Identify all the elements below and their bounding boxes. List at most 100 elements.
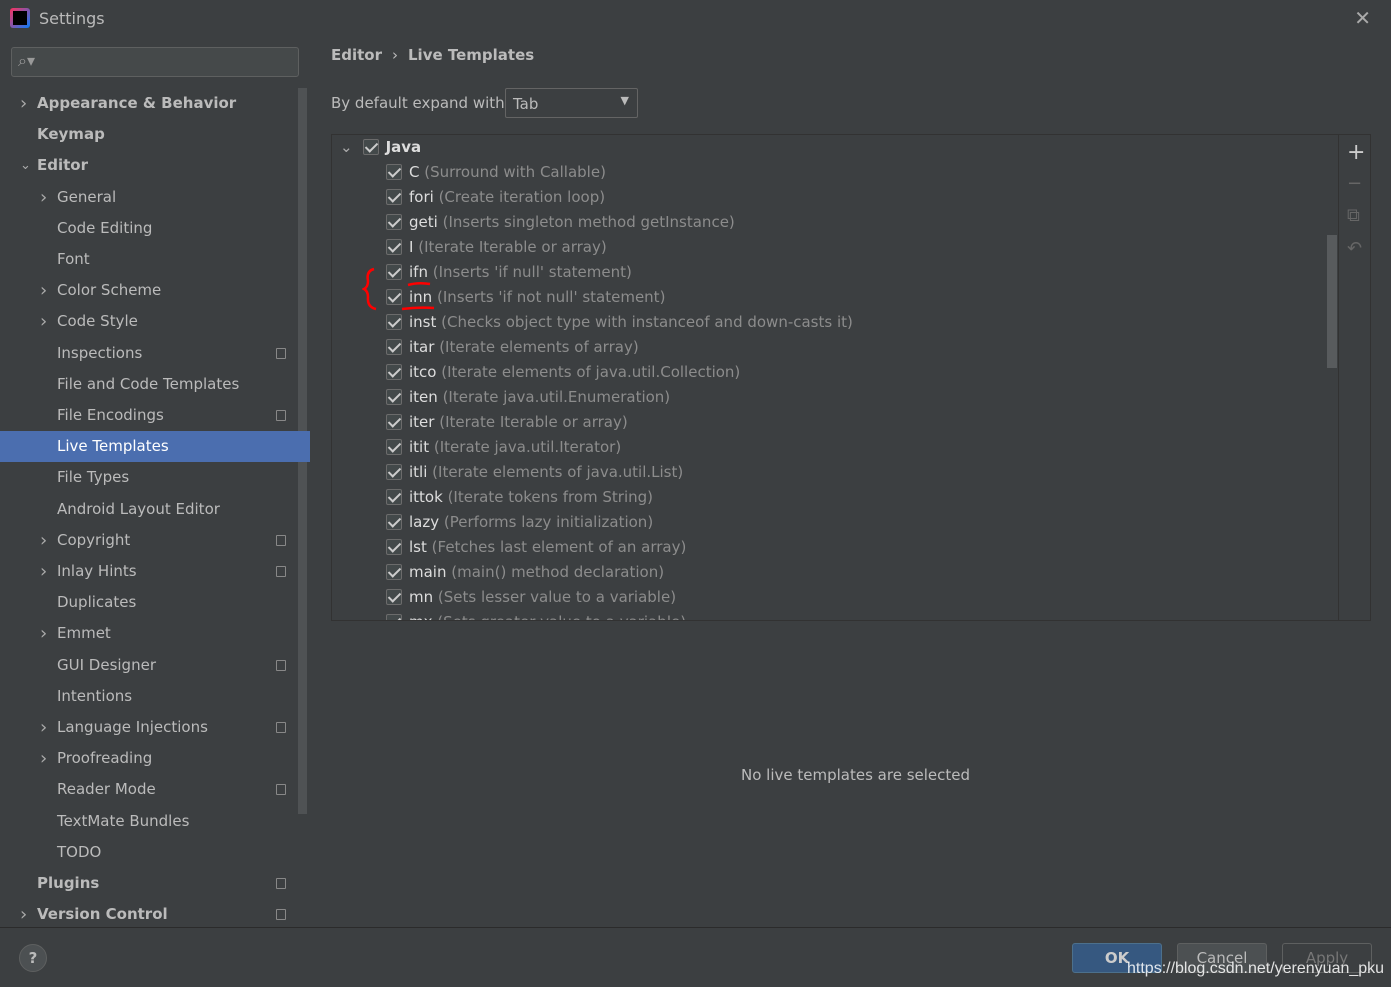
chevron-down-icon[interactable]: ⌄	[340, 138, 353, 156]
template-row[interactable]: itit (Iterate java.util.Iterator)	[386, 435, 621, 460]
chevron-down-icon[interactable]: ⌄	[20, 150, 31, 181]
template-row[interactable]: main (main() method declaration)	[386, 560, 664, 585]
sidebar-item[interactable]: › General	[0, 182, 310, 213]
template-abbreviation: fori	[409, 188, 434, 206]
template-checkbox[interactable]	[386, 389, 402, 405]
template-abbreviation: C	[409, 163, 420, 181]
sidebar-item[interactable]: › Inlay Hints	[0, 556, 310, 587]
sidebar-item-label: Android Layout Editor	[57, 499, 220, 518]
sidebar-item-label: Code Editing	[57, 218, 153, 237]
chevron-right-icon[interactable]: ›	[40, 275, 47, 306]
chevron-right-icon[interactable]: ›	[20, 88, 27, 119]
template-row[interactable]: mn (Sets lesser value to a variable)	[386, 585, 676, 610]
template-checkbox[interactable]	[386, 614, 402, 620]
template-row[interactable]: itco (Iterate elements of java.util.Coll…	[386, 360, 740, 385]
template-abbreviation: itli	[409, 463, 428, 481]
template-row[interactable]: I (Iterate Iterable or array)	[386, 235, 607, 260]
sidebar-item[interactable]: › Appearance & Behavior	[0, 88, 310, 119]
template-abbreviation: I	[409, 238, 414, 256]
undo-icon[interactable]: ↶	[1347, 238, 1362, 259]
template-row[interactable]: itar (Iterate elements of array)	[386, 335, 639, 360]
sidebar-item[interactable]: Reader Mode	[0, 774, 310, 805]
chevron-right-icon[interactable]: ›	[20, 899, 27, 930]
sidebar-item[interactable]: Font	[0, 244, 310, 275]
template-row[interactable]: geti (Inserts singleton method getInstan…	[386, 210, 735, 235]
template-row[interactable]: fori (Create iteration loop)	[386, 185, 605, 210]
dialog-footer: ? OK Cancel Apply https://blog.csdn.net/…	[0, 927, 1391, 987]
sidebar-item[interactable]: Code Editing	[0, 213, 310, 244]
chevron-right-icon[interactable]: ›	[40, 525, 47, 556]
sidebar-item[interactable]: File Encodings	[0, 400, 310, 431]
sidebar-item[interactable]: Inspections	[0, 338, 310, 369]
project-scope-icon	[276, 878, 286, 889]
group-checkbox[interactable]	[362, 139, 379, 155]
sidebar-item[interactable]: TODO	[0, 837, 310, 868]
breadcrumb-parent[interactable]: Editor	[331, 46, 382, 64]
template-checkbox[interactable]	[386, 464, 402, 480]
sidebar-item[interactable]: Plugins	[0, 868, 310, 899]
sidebar-item[interactable]: Duplicates	[0, 587, 310, 618]
chevron-right-icon[interactable]: ›	[40, 743, 47, 774]
template-row[interactable]: lst (Fetches last element of an array)	[386, 535, 686, 560]
template-description: (Iterate elements of array)	[439, 338, 639, 356]
sidebar-item[interactable]: Live Templates	[0, 431, 310, 463]
template-checkbox[interactable]	[386, 214, 402, 230]
sidebar-item[interactable]: TextMate Bundles	[0, 806, 310, 837]
remove-icon[interactable]: −	[1347, 173, 1362, 194]
template-row[interactable]: itli (Iterate elements of java.util.List…	[386, 460, 683, 485]
help-button[interactable]: ?	[19, 944, 47, 972]
sidebar-item[interactable]: › Emmet	[0, 618, 310, 649]
template-checkbox[interactable]	[386, 514, 402, 530]
template-row[interactable]: lazy (Performs lazy initialization)	[386, 510, 653, 535]
template-row[interactable]: iten (Iterate java.util.Enumeration)	[386, 385, 670, 410]
template-abbreviation: itar	[409, 338, 435, 356]
template-description: (Iterate Iterable or array)	[439, 413, 628, 431]
chevron-right-icon[interactable]: ›	[40, 182, 47, 213]
template-row[interactable]: iter (Iterate Iterable or array)	[386, 410, 628, 435]
template-checkbox[interactable]	[386, 564, 402, 580]
sidebar-item[interactable]: ⌄ Editor	[0, 150, 310, 181]
sidebar-item-label: Intentions	[57, 686, 133, 705]
template-row[interactable]: inst (Checks object type with instanceof…	[386, 310, 853, 335]
search-icon: ⌕▾	[18, 51, 35, 70]
template-checkbox[interactable]	[386, 589, 402, 605]
sidebar-item[interactable]: › Copyright	[0, 525, 310, 556]
sidebar-item[interactable]: Keymap	[0, 119, 310, 150]
template-checkbox[interactable]	[386, 364, 402, 380]
template-checkbox[interactable]	[386, 339, 402, 355]
template-description: (Sets greater value to a variable)	[437, 613, 686, 620]
template-checkbox[interactable]	[386, 439, 402, 455]
chevron-right-icon[interactable]: ›	[40, 712, 47, 743]
search-input[interactable]: ⌕▾	[11, 47, 299, 77]
tree-scrollbar[interactable]	[1327, 235, 1337, 368]
sidebar-item[interactable]: File and Code Templates	[0, 369, 310, 400]
sidebar-item[interactable]: › Color Scheme	[0, 275, 310, 306]
sidebar-item[interactable]: › Version Control	[0, 899, 310, 930]
sidebar-item[interactable]: File Types	[0, 462, 310, 493]
template-checkbox[interactable]	[386, 414, 402, 430]
sidebar-item[interactable]: › Code Style	[0, 306, 310, 337]
expand-with-select[interactable]: Tab ▼	[505, 88, 638, 118]
add-icon[interactable]: +	[1347, 140, 1365, 165]
template-row[interactable]: mx (Sets greater value to a variable)	[386, 610, 686, 620]
template-row[interactable]: ittok (Iterate tokens from String)	[386, 485, 653, 510]
chevron-right-icon[interactable]: ›	[40, 556, 47, 587]
template-checkbox[interactable]	[386, 539, 402, 555]
chevron-right-icon[interactable]: ›	[40, 306, 47, 337]
template-checkbox[interactable]	[386, 489, 402, 505]
template-checkbox[interactable]	[386, 164, 402, 180]
sidebar-item[interactable]: › Language Injections	[0, 712, 310, 743]
sidebar-item[interactable]: Android Layout Editor	[0, 494, 310, 525]
template-row[interactable]: C (Surround with Callable)	[386, 160, 606, 185]
copy-icon[interactable]: ⧉	[1347, 205, 1360, 226]
template-description: (Iterate elements of java.util.Collectio…	[441, 363, 741, 381]
template-checkbox[interactable]	[386, 314, 402, 330]
chevron-right-icon[interactable]: ›	[40, 618, 47, 649]
close-icon[interactable]: ✕	[1354, 6, 1371, 30]
template-checkbox[interactable]	[386, 189, 402, 205]
template-group-java[interactable]: ⌄ Java	[340, 135, 421, 160]
template-checkbox[interactable]	[386, 239, 402, 255]
sidebar-item[interactable]: Intentions	[0, 681, 310, 712]
sidebar-item[interactable]: GUI Designer	[0, 650, 310, 681]
sidebar-item[interactable]: › Proofreading	[0, 743, 310, 774]
